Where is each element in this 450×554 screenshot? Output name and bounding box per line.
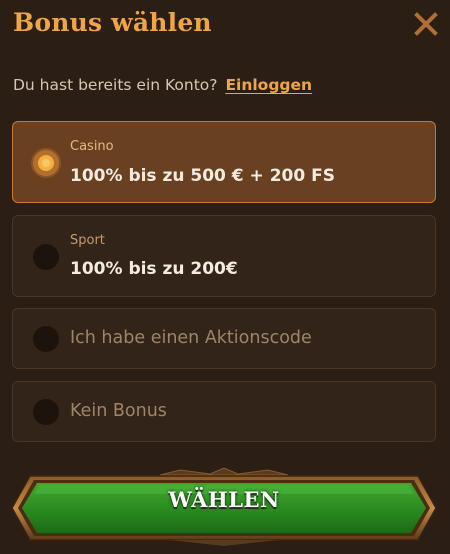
close-icon <box>414 12 438 36</box>
bonus-option-no-bonus[interactable]: Kein Bonus <box>12 381 436 442</box>
bonus-modal: Bonus wählen Du hast bereits ein Konto? … <box>0 0 450 554</box>
radio-no-bonus[interactable] <box>33 399 59 425</box>
option-category: Casino <box>70 139 114 154</box>
radio-sport[interactable] <box>33 244 59 270</box>
radio-promo-code[interactable] <box>33 326 59 352</box>
option-label: Ich habe einen Aktionscode <box>70 328 312 348</box>
option-label: Kein Bonus <box>70 401 167 421</box>
login-prompt-text: Du hast bereits ein Konto? <box>13 76 218 94</box>
bonus-option-sport[interactable]: Sport 100% bis zu 200€ <box>12 215 436 297</box>
choose-button-label: WÄHLEN <box>168 487 280 512</box>
option-category: Sport <box>70 233 105 248</box>
radio-casino[interactable] <box>33 150 59 176</box>
option-label: 100% bis zu 200€ <box>70 259 238 279</box>
option-label: 100% bis zu 500 € + 200 FS <box>70 166 335 186</box>
close-button[interactable] <box>414 12 438 36</box>
bonus-option-casino[interactable]: Casino 100% bis zu 500 € + 200 FS <box>12 121 436 203</box>
bonus-option-promo-code[interactable]: Ich habe einen Aktionscode <box>12 308 436 369</box>
login-prompt: Du hast bereits ein Konto? Einloggen <box>13 76 312 94</box>
choose-button[interactable]: WÄHLEN <box>10 466 438 546</box>
modal-title: Bonus wählen <box>13 8 212 37</box>
login-link[interactable]: Einloggen <box>225 76 312 94</box>
